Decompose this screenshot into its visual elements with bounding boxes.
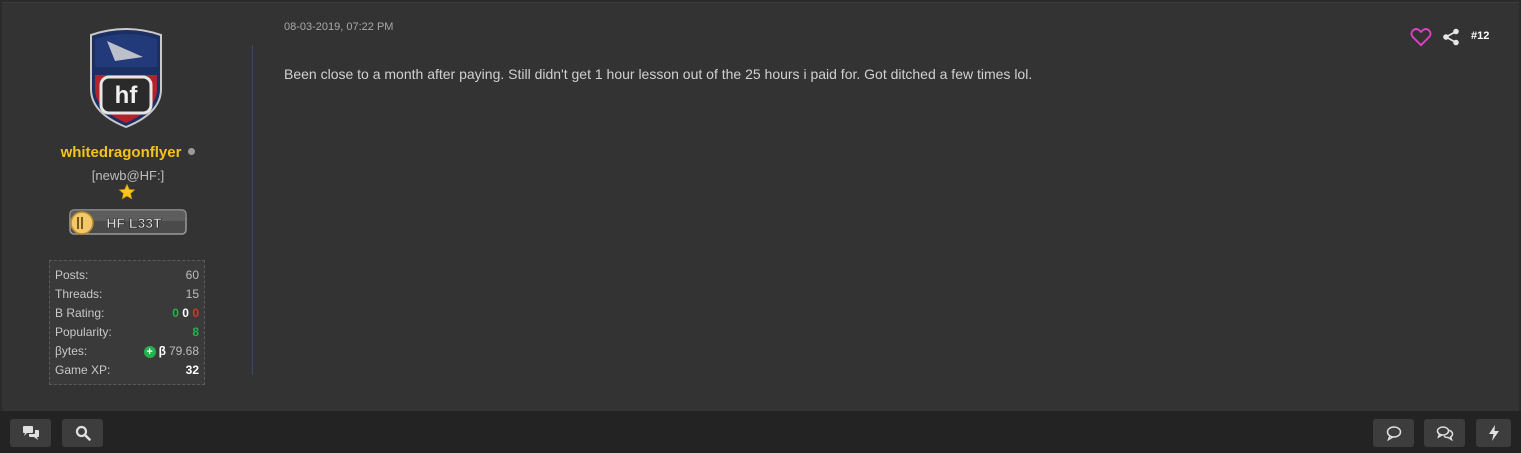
conversation-button[interactable] [1424, 419, 1465, 447]
post-number-link[interactable]: #12 [1471, 30, 1489, 42]
post-message: Been close to a month after paying. Stil… [284, 66, 1033, 82]
search-icon [75, 425, 91, 441]
stat-label: Popularity: [55, 325, 112, 339]
comment-icon [1386, 426, 1401, 441]
post-container: hf whitedragonflyer [newb@HF:] HF L33T P… [2, 2, 1519, 411]
plus-circle-icon[interactable]: + [143, 345, 156, 358]
conversation-icon [1436, 426, 1453, 441]
popularity-value[interactable]: 8 [192, 324, 199, 343]
threads-count[interactable]: 15 [186, 286, 199, 305]
lightning-icon [1488, 425, 1499, 441]
b-rating-positive: 0 [172, 306, 179, 320]
comment-button[interactable] [1373, 419, 1414, 447]
offline-status-dot [188, 147, 196, 155]
b-rating-negative: 0 [192, 306, 199, 320]
share-icon[interactable] [1442, 28, 1460, 46]
search-button[interactable] [62, 419, 103, 447]
avatar[interactable]: hf [85, 27, 167, 129]
bytes-value-group: + β 79.68 [143, 343, 199, 362]
stat-bytes: βytes: + β 79.68 [55, 343, 199, 362]
posts-count[interactable]: 60 [186, 267, 199, 286]
stat-b-rating: B Rating: 0 0 0 [55, 305, 199, 324]
user-stats-box: Posts: 60 Threads: 15 B Rating: 0 0 0 Po… [49, 260, 205, 385]
bytes-value: 79.68 [168, 344, 199, 358]
heart-icon[interactable] [1410, 27, 1432, 47]
stat-label: Posts: [55, 268, 89, 282]
star-icon [118, 183, 136, 200]
svg-text:hf: hf [115, 82, 139, 109]
stat-label: βytes: [55, 344, 88, 358]
beta-symbol: β [158, 344, 166, 358]
chat-bubbles-icon [22, 426, 39, 440]
stat-label: Threads: [55, 287, 103, 301]
svg-text:HF L33T: HF L33T [106, 215, 162, 231]
hf-l33t-badge-icon: HF L33T [69, 209, 187, 235]
b-rating-neutral: 0 [182, 306, 189, 320]
username-text[interactable]: whitedragonflyer [61, 144, 182, 161]
game-xp-value: 32 [185, 363, 199, 377]
stat-label: B Rating: [55, 306, 105, 320]
stat-game-xp: Game XP: 32 [55, 362, 199, 381]
stat-posts: Posts: 60 [55, 267, 199, 286]
post-date: 08-03-2019, 07:22 PM [284, 21, 394, 33]
user-info-pane: hf whitedragonflyer [newb@HF:] HF L33T P… [2, 3, 254, 411]
b-rating-values[interactable]: 0 0 0 [172, 305, 199, 324]
lightning-button[interactable] [1476, 419, 1511, 447]
bottom-toolbar [0, 411, 1521, 453]
username[interactable]: whitedragonflyer [2, 144, 254, 161]
stat-label: Game XP: [55, 363, 111, 377]
stat-popularity: Popularity: 8 [55, 324, 199, 343]
pane-divider [252, 45, 253, 375]
chat-bubbles-button[interactable] [10, 419, 51, 447]
stat-threads: Threads: 15 [55, 286, 199, 305]
user-title: [newb@HF:] [91, 168, 165, 183]
